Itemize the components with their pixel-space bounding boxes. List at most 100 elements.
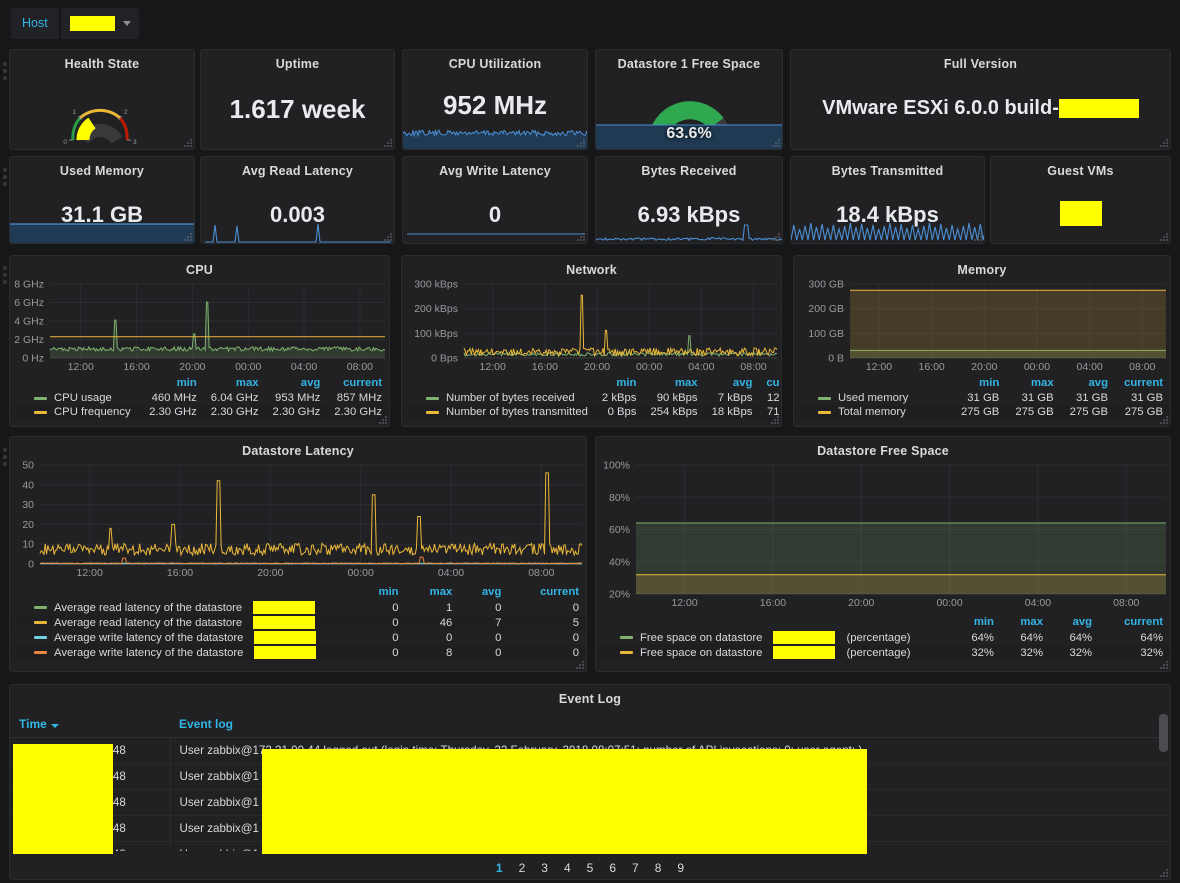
panel-resize-handle[interactable] xyxy=(1159,660,1168,669)
panel-datastore-latency[interactable]: Datastore Latency 0 10 20 30 40 50 12:00 16:00 2… xyxy=(9,436,587,672)
panel-memory-graph[interactable]: Memory 0 B 100 GB 200 GB 300 GB 12:00 16:00 20… xyxy=(793,255,1171,427)
page-7[interactable]: 7 xyxy=(624,861,647,875)
legend-col-avg[interactable]: avg xyxy=(459,585,508,600)
panel-resize-handle[interactable] xyxy=(383,232,392,241)
panel-health-state[interactable]: Health State 0 1 2 3 green xyxy=(9,49,195,150)
legend-col-avg[interactable]: avg xyxy=(1061,376,1115,391)
panel-avg-read-latency[interactable]: Avg Read Latency 0.003 xyxy=(200,156,395,244)
row-drag-handle[interactable] xyxy=(3,266,8,284)
legend-row[interactable]: Free space on datastore (percentage) 32% 32… xyxy=(596,645,1170,660)
legend-color-swatch[interactable] xyxy=(818,396,831,400)
page-6[interactable]: 6 xyxy=(601,861,624,875)
legend-series-name[interactable]: Free space on datastore (percentage) xyxy=(596,630,952,645)
legend-row[interactable]: Average write latency of the datastore 0 8… xyxy=(10,645,586,660)
page-3[interactable]: 3 xyxy=(533,861,556,875)
legend-color-swatch[interactable] xyxy=(620,651,633,654)
panel-resize-handle[interactable] xyxy=(183,138,192,147)
panel-resize-handle[interactable] xyxy=(383,138,392,147)
panel-network-graph[interactable]: Network 0 Bps 100 kBps 200 kBps 300 kBps 12:… xyxy=(401,255,782,427)
legend-series-name[interactable]: Total memory xyxy=(794,405,952,419)
legend-series-name[interactable]: CPU frequency xyxy=(10,405,143,419)
legend-series-name[interactable]: Average read latency of the datastore xyxy=(10,615,356,630)
panel-resize-handle[interactable] xyxy=(378,415,387,424)
legend-color-swatch[interactable] xyxy=(34,621,47,624)
legend-col-cu[interactable]: cu xyxy=(759,376,781,391)
legend-color-swatch[interactable] xyxy=(34,410,47,414)
legend-color-swatch[interactable] xyxy=(34,396,47,400)
legend-col-max[interactable]: max xyxy=(1001,615,1050,630)
legend-series-name[interactable]: Average write latency of the datastore xyxy=(10,645,356,660)
event-log-scrollbar[interactable] xyxy=(1159,714,1168,752)
legend-color-swatch[interactable] xyxy=(426,396,439,400)
panel-resize-handle[interactable] xyxy=(1159,415,1168,424)
legend-col-current[interactable]: current xyxy=(327,376,389,391)
legend-col-min[interactable]: min xyxy=(142,376,204,391)
panel-resize-handle[interactable] xyxy=(1159,138,1168,147)
panel-resize-handle[interactable] xyxy=(576,138,585,147)
legend-row[interactable]: Number of bytes received 2 kBps 90 kBps 7 k… xyxy=(402,391,781,405)
row-drag-handle[interactable] xyxy=(3,62,8,80)
panel-resize-handle[interactable] xyxy=(183,232,192,241)
panel-resize-handle[interactable] xyxy=(973,232,982,241)
panel-avg-write-latency[interactable]: Avg Write Latency 0 xyxy=(402,156,588,244)
legend-col-current[interactable]: current xyxy=(1099,615,1170,630)
legend-col-avg[interactable]: avg xyxy=(1050,615,1099,630)
legend-col-max[interactable]: max xyxy=(406,585,460,600)
legend-series-name[interactable]: Average read latency of the datastore xyxy=(10,600,356,615)
legend-col-min[interactable]: min xyxy=(356,585,406,600)
legend-color-swatch[interactable] xyxy=(426,410,439,414)
legend-row[interactable]: CPU frequency 2.30 GHz 2.30 GHz 2.30 GHz 2.3… xyxy=(10,405,389,419)
panel-resize-handle[interactable] xyxy=(771,138,780,147)
legend-col-max[interactable]: max xyxy=(204,376,266,391)
legend-col-avg[interactable]: avg xyxy=(705,376,760,391)
event-log-col-time[interactable]: Time xyxy=(10,711,170,738)
panel-bytes-received[interactable]: Bytes Received 6.93 kBps xyxy=(595,156,783,244)
panel-cpu-graph[interactable]: CPU 0 Hz 2 GHz 4 GHz 6 GHz 8 GHz 12:00 16:00 20… xyxy=(9,255,390,427)
legend-series-name[interactable]: Average write latency of the datastore xyxy=(10,630,356,645)
legend-col-max[interactable]: max xyxy=(643,376,704,391)
legend-col-min[interactable]: min xyxy=(952,376,1006,391)
row-drag-handle[interactable] xyxy=(3,168,8,186)
legend-color-swatch[interactable] xyxy=(620,636,633,639)
page-2[interactable]: 2 xyxy=(511,861,534,875)
panel-uptime[interactable]: Uptime 1.617 week xyxy=(200,49,395,150)
panel-cpu-utilization[interactable]: CPU Utilization 952 MHz xyxy=(402,49,588,150)
template-variable-host[interactable]: Host xyxy=(11,8,139,39)
panel-resize-handle[interactable] xyxy=(1159,868,1168,877)
event-log-pagination[interactable]: 123456789 xyxy=(10,856,1170,875)
panel-resize-handle[interactable] xyxy=(575,660,584,669)
legend-col-min[interactable]: min xyxy=(952,615,1001,630)
panel-resize-handle[interactable] xyxy=(576,232,585,241)
legend-col-min[interactable]: min xyxy=(595,376,644,391)
page-5[interactable]: 5 xyxy=(579,861,602,875)
legend-series-name[interactable]: CPU usage xyxy=(10,391,142,405)
legend-row[interactable]: Number of bytes transmitted 0 Bps 254 kBps… xyxy=(402,405,781,419)
event-log-col-event[interactable]: Event log xyxy=(170,711,1170,738)
panel-guest-vms[interactable]: Guest VMs xyxy=(990,156,1171,244)
legend-series-name[interactable]: Free space on datastore (percentage) xyxy=(596,645,952,660)
legend-series-name[interactable]: Number of bytes received xyxy=(402,391,595,405)
legend-row[interactable]: Average read latency of the datastore 0 46… xyxy=(10,615,586,630)
panel-datastore-free-space[interactable]: Datastore Free Space 20% 40% 60% 80% 100% 12:… xyxy=(595,436,1171,672)
panel-event-log[interactable]: Event Log TimeEvent log 2018-02-22 08:11… xyxy=(9,684,1171,880)
legend-col-avg[interactable]: avg xyxy=(266,376,328,391)
legend-row[interactable]: Used memory 31 GB 31 GB 31 GB 31 GB xyxy=(794,391,1170,405)
legend-series-name[interactable]: Used memory xyxy=(794,391,952,405)
panel-resize-handle[interactable] xyxy=(770,415,779,424)
panel-resize-handle[interactable] xyxy=(1159,232,1168,241)
page-1[interactable]: 1 xyxy=(488,861,511,875)
legend-row[interactable]: Total memory 275 GB 275 GB 275 GB 275 GB xyxy=(794,405,1170,419)
panel-resize-handle[interactable] xyxy=(771,232,780,241)
page-9[interactable]: 9 xyxy=(669,861,692,875)
panel-full-version[interactable]: Full Version VMware ESXi 6.0.0 build- xyxy=(790,49,1171,150)
legend-series-name[interactable]: Number of bytes transmitted xyxy=(402,405,595,419)
legend-color-swatch[interactable] xyxy=(34,606,47,609)
page-8[interactable]: 8 xyxy=(647,861,670,875)
legend-row[interactable]: Average read latency of the datastore 0 1 0… xyxy=(10,600,586,615)
panel-used-memory[interactable]: Used Memory 31.1 GB xyxy=(9,156,195,244)
page-4[interactable]: 4 xyxy=(556,861,579,875)
legend-color-swatch[interactable] xyxy=(34,636,47,639)
panel-bytes-transmitted[interactable]: Bytes Transmitted 18.4 kBps xyxy=(790,156,985,244)
variable-value-dropdown[interactable] xyxy=(60,8,139,39)
legend-row[interactable]: Average write latency of the datastore 0 0… xyxy=(10,630,586,645)
